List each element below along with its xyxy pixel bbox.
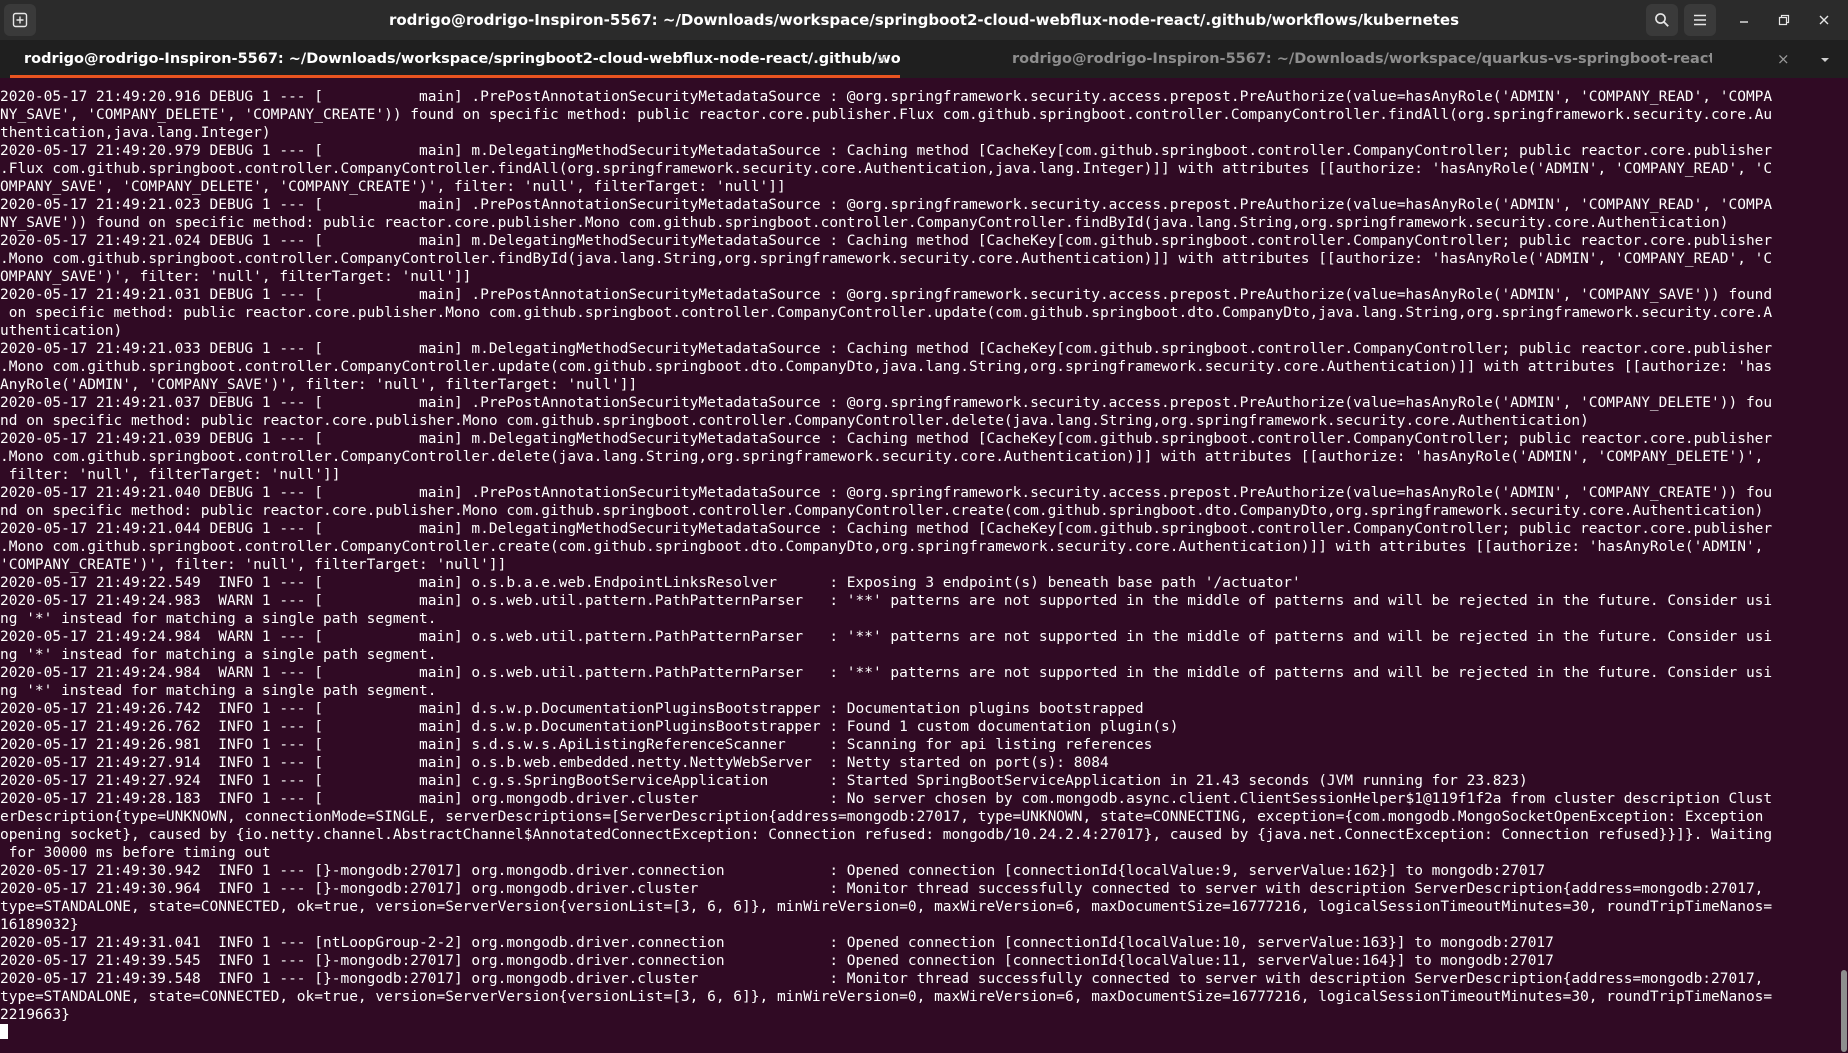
close-button[interactable] (1808, 4, 1840, 36)
tab-label: rodrigo@rodrigo-Inspiron-5567: ~/Downloa… (24, 51, 900, 67)
tab-springboot2-cloud[interactable]: rodrigo@rodrigo-Inspiron-5567: ~/Downloa… (10, 40, 900, 78)
close-icon (1819, 15, 1829, 25)
terminal-line: 2020-05-17 21:49:21.040 DEBUG 1 --- [ ma… (0, 485, 1773, 501)
terminal-line: NY_SAVE', 'COMPANY_DELETE', 'COMPANY_CRE… (0, 107, 1773, 123)
terminal-line: 2020-05-17 21:49:30.964 INFO 1 --- [}-mo… (0, 881, 1764, 897)
terminal-line: opening socket}, caused by {io.netty.cha… (0, 827, 1773, 843)
terminal-line: 2020-05-17 21:49:30.942 INFO 1 --- [}-mo… (0, 863, 1546, 879)
minimize-button[interactable] (1728, 4, 1760, 36)
terminal-line: erDescription{type=UNKNOWN, connectionMo… (0, 809, 1764, 825)
window-title: rodrigo@rodrigo-Inspiron-5567: ~/Downloa… (388, 11, 1460, 29)
search-button[interactable] (1646, 4, 1678, 36)
terminal-line: nd on specific method: public reactor.co… (0, 413, 1589, 429)
scrollbar-thumb[interactable] (1841, 970, 1847, 1052)
terminal-line: for 30000 ms before timing out (0, 845, 271, 861)
terminal-line: 2020-05-17 21:49:24.983 WARN 1 --- [ mai… (0, 593, 1773, 609)
terminal-line: 2020-05-17 21:49:26.762 INFO 1 --- [ mai… (0, 719, 1179, 735)
terminal-line: ng '*' instead for matching a single pat… (0, 611, 437, 627)
terminal-line: 2020-05-17 21:49:39.545 INFO 1 --- [}-mo… (0, 953, 1554, 969)
terminal-line: 2020-05-17 21:49:28.183 INFO 1 --- [ mai… (0, 791, 1773, 807)
terminal-line: .Mono com.github.springboot.controller.C… (0, 359, 1773, 375)
terminal-line: 2020-05-17 21:49:21.033 DEBUG 1 --- [ ma… (0, 341, 1773, 357)
maximize-icon (1778, 14, 1790, 26)
terminal-line: 2020-05-17 21:49:21.039 DEBUG 1 --- [ ma… (0, 431, 1773, 447)
tab-close-button[interactable]: × (876, 40, 889, 78)
terminal-line: on specific method: public reactor.core.… (0, 305, 1773, 321)
terminal-line: 16189032} (0, 917, 79, 933)
terminal-line: ng '*' instead for matching a single pat… (0, 683, 437, 699)
terminal-line: NY_SAVE')) found on specific method: pub… (0, 215, 1729, 231)
maximize-button[interactable] (1768, 4, 1800, 36)
terminal-line: 'COMPANY_CREATE')', filter: 'null', filt… (0, 557, 507, 573)
terminal-line: 2020-05-17 21:49:20.979 DEBUG 1 --- [ ma… (0, 143, 1773, 159)
terminal-line: 2219663} (0, 1007, 70, 1023)
terminal-line: 2020-05-17 21:49:26.981 INFO 1 --- [ mai… (0, 737, 1153, 753)
minimize-icon (1740, 21, 1748, 23)
terminal-line: .Mono com.github.springboot.controller.C… (0, 251, 1773, 267)
terminal-line: 2020-05-17 21:49:27.914 INFO 1 --- [ mai… (0, 755, 1109, 771)
terminal-scrollbar[interactable] (1838, 88, 1848, 1053)
terminal-output[interactable]: 2020-05-17 21:49:20.916 DEBUG 1 --- [ ma… (0, 88, 1838, 1053)
terminal-line: ng '*' instead for matching a single pat… (0, 647, 437, 663)
terminal-line: OMPANY_SAVE')', filter: 'null', filterTa… (0, 269, 472, 285)
terminal-line: OMPANY_SAVE', 'COMPANY_DELETE', 'COMPANY… (0, 179, 786, 195)
terminal-line: 2020-05-17 21:49:21.024 DEBUG 1 --- [ ma… (0, 233, 1773, 249)
tab-bar: rodrigo@rodrigo-Inspiron-5567: ~/Downloa… (0, 40, 1848, 78)
terminal-line: thentication,java.lang.Integer) (0, 125, 271, 141)
active-tab-indicator (10, 75, 900, 78)
terminal-line: 2020-05-17 21:49:31.041 INFO 1 --- [ntLo… (0, 935, 1554, 951)
terminal-line: uthentication) (0, 323, 123, 339)
tab-quarkus-vs-springboot[interactable]: rodrigo@rodrigo-Inspiron-5567: ~/Downloa… (1012, 40, 1712, 78)
terminal-line: .Flux com.github.springboot.controller.C… (0, 161, 1773, 177)
terminal-cursor (0, 1024, 8, 1039)
terminal-line: 2020-05-17 21:49:20.916 DEBUG 1 --- [ ma… (0, 89, 1773, 105)
terminal-line: 2020-05-17 21:49:21.044 DEBUG 1 --- [ ma… (0, 521, 1773, 537)
terminal-line: 2020-05-17 21:49:22.549 INFO 1 --- [ mai… (0, 575, 1301, 591)
window-titlebar: rodrigo@rodrigo-Inspiron-5567: ~/Downloa… (0, 0, 1848, 40)
terminal-line: filter: 'null', filterTarget: 'null']] (0, 467, 341, 483)
terminal-text: 2020-05-17 21:49:20.916 DEBUG 1 --- [ ma… (0, 88, 1838, 1042)
terminal-prompt-line (0, 1024, 1838, 1042)
terminal-line: 2020-05-17 21:49:26.742 INFO 1 --- [ mai… (0, 701, 1144, 717)
terminal-line: AnyRole('ADMIN', 'COMPANY_SAVE')', filte… (0, 377, 638, 393)
tab-list-dropdown[interactable] (1818, 52, 1834, 68)
search-icon (1655, 13, 1669, 27)
terminal-line: 2020-05-17 21:49:21.031 DEBUG 1 --- [ ma… (0, 287, 1773, 303)
chevron-down-icon (1821, 58, 1829, 62)
tab-label: rodrigo@rodrigo-Inspiron-5567: ~/Downloa… (1012, 51, 1712, 67)
terminal-line: 2020-05-17 21:49:21.037 DEBUG 1 --- [ ma… (0, 395, 1773, 411)
terminal-line: .Mono com.github.springboot.controller.C… (0, 539, 1764, 555)
terminal-line: 2020-05-17 21:49:21.023 DEBUG 1 --- [ ma… (0, 197, 1773, 213)
terminal-line: 2020-05-17 21:49:24.984 WARN 1 --- [ mai… (0, 665, 1773, 681)
menu-button[interactable] (1684, 4, 1716, 36)
terminal-line: .Mono com.github.springboot.controller.C… (0, 449, 1764, 465)
tab-close-button[interactable]: × (1777, 40, 1790, 78)
terminal-line: 2020-05-17 21:49:24.984 WARN 1 --- [ mai… (0, 629, 1773, 645)
terminal-line: nd on specific method: public reactor.co… (0, 503, 1764, 519)
terminal-line: type=STANDALONE, state=CONNECTED, ok=tru… (0, 989, 1773, 1005)
hamburger-menu-icon (1694, 14, 1706, 26)
terminal-line: type=STANDALONE, state=CONNECTED, ok=tru… (0, 899, 1773, 915)
terminal-line: 2020-05-17 21:49:39.548 INFO 1 --- [}-mo… (0, 971, 1764, 987)
terminal-line: 2020-05-17 21:49:27.924 INFO 1 --- [ mai… (0, 773, 1528, 789)
